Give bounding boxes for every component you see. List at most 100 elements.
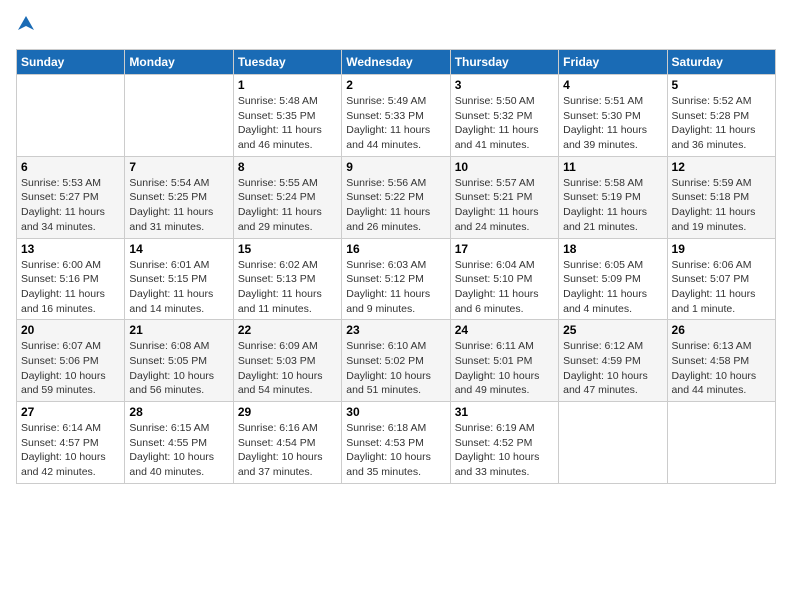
calendar-cell: 21Sunrise: 6:08 AMSunset: 5:05 PMDayligh… [125, 320, 233, 402]
day-number: 11 [563, 160, 662, 174]
day-info: Sunrise: 6:12 AMSunset: 4:59 PMDaylight:… [563, 339, 662, 398]
day-number: 3 [455, 78, 554, 92]
calendar-cell [667, 402, 775, 484]
calendar-cell: 1 Sunrise: 5:48 AMSunset: 5:35 PMDaylight… [233, 75, 341, 157]
calendar-cell: 5Sunrise: 5:52 AMSunset: 5:28 PMDaylight… [667, 75, 775, 157]
calendar-cell: 20Sunrise: 6:07 AMSunset: 5:06 PMDayligh… [17, 320, 125, 402]
day-info: Sunrise: 6:16 AMSunset: 4:54 PMDaylight:… [238, 421, 337, 480]
day-number: 30 [346, 405, 445, 419]
calendar-cell: 3 Sunrise: 5:50 AMSunset: 5:32 PMDaylight… [450, 75, 558, 157]
page-header [16, 16, 776, 37]
day-info: Sunrise: 5:51 AMSunset: 5:30 PMDaylight:… [563, 94, 662, 153]
day-info: Sunrise: 6:02 AMSunset: 5:13 PMDaylight:… [238, 258, 337, 317]
day-info: Sunrise: 5:54 AMSunset: 5:25 PMDaylight:… [129, 176, 228, 235]
calendar-cell: 9Sunrise: 5:56 AMSunset: 5:22 PMDaylight… [342, 156, 450, 238]
calendar-table: SundayMondayTuesdayWednesdayThursdayFrid… [16, 49, 776, 484]
day-info: Sunrise: 5:55 AMSunset: 5:24 PMDaylight:… [238, 176, 337, 235]
logo-icon [18, 16, 34, 32]
day-number: 7 [129, 160, 228, 174]
day-info: Sunrise: 5:49 AMSunset: 5:33 PMDaylight:… [346, 94, 445, 153]
day-number: 4 [563, 78, 662, 92]
day-info: Sunrise: 6:15 AMSunset: 4:55 PMDaylight:… [129, 421, 228, 480]
day-number: 29 [238, 405, 337, 419]
day-number: 28 [129, 405, 228, 419]
day-number: 16 [346, 242, 445, 256]
calendar-cell: 19 Sunrise: 6:06 AMSunset: 5:07 PMDayligh… [667, 238, 775, 320]
calendar-cell: 22 Sunrise: 6:09 AMSunset: 5:03 PMDayligh… [233, 320, 341, 402]
day-info: Sunrise: 6:01 AMSunset: 5:15 PMDaylight:… [129, 258, 228, 317]
calendar-cell: 18 Sunrise: 6:05 AMSunset: 5:09 PMDayligh… [559, 238, 667, 320]
calendar-cell: 31Sunrise: 6:19 AMSunset: 4:52 PMDayligh… [450, 402, 558, 484]
day-number: 1 [238, 78, 337, 92]
day-info: Sunrise: 6:06 AMSunset: 5:07 PMDaylight:… [672, 258, 771, 317]
calendar-cell: 25 Sunrise: 6:12 AMSunset: 4:59 PMDayligh… [559, 320, 667, 402]
calendar-week-row: 27 Sunrise: 6:14 AMSunset: 4:57 PMDayligh… [17, 402, 776, 484]
day-number: 27 [21, 405, 120, 419]
calendar-cell: 11 Sunrise: 5:58 AMSunset: 5:19 PMDayligh… [559, 156, 667, 238]
day-info: Sunrise: 6:00 AMSunset: 5:16 PMDaylight:… [21, 258, 120, 317]
day-info: Sunrise: 5:50 AMSunset: 5:32 PMDaylight:… [455, 94, 554, 153]
calendar-cell: 27 Sunrise: 6:14 AMSunset: 4:57 PMDayligh… [17, 402, 125, 484]
day-info: Sunrise: 6:14 AMSunset: 4:57 PMDaylight:… [21, 421, 120, 480]
weekday-header: Monday [125, 50, 233, 75]
calendar-cell [125, 75, 233, 157]
day-info: Sunrise: 6:11 AMSunset: 5:01 PMDaylight:… [455, 339, 554, 398]
calendar-cell: 15 Sunrise: 6:02 AMSunset: 5:13 PMDayligh… [233, 238, 341, 320]
day-info: Sunrise: 6:09 AMSunset: 5:03 PMDaylight:… [238, 339, 337, 398]
calendar-cell: 10 Sunrise: 5:57 AMSunset: 5:21 PMDayligh… [450, 156, 558, 238]
weekday-header: Friday [559, 50, 667, 75]
day-info: Sunrise: 5:57 AMSunset: 5:21 PMDaylight:… [455, 176, 554, 235]
calendar-cell: 23Sunrise: 6:10 AMSunset: 5:02 PMDayligh… [342, 320, 450, 402]
day-info: Sunrise: 6:10 AMSunset: 5:02 PMDaylight:… [346, 339, 445, 398]
calendar-cell: 2Sunrise: 5:49 AMSunset: 5:33 PMDaylight… [342, 75, 450, 157]
day-number: 26 [672, 323, 771, 337]
calendar-week-row: 6Sunrise: 5:53 AMSunset: 5:27 PMDaylight… [17, 156, 776, 238]
calendar-cell: 16Sunrise: 6:03 AMSunset: 5:12 PMDayligh… [342, 238, 450, 320]
calendar-week-row: 13 Sunrise: 6:00 AMSunset: 5:16 PMDayligh… [17, 238, 776, 320]
calendar-cell: 12 Sunrise: 5:59 AMSunset: 5:18 PMDayligh… [667, 156, 775, 238]
weekday-header: Sunday [17, 50, 125, 75]
day-number: 22 [238, 323, 337, 337]
calendar-cell: 26 Sunrise: 6:13 AMSunset: 4:58 PMDayligh… [667, 320, 775, 402]
calendar-cell [17, 75, 125, 157]
day-info: Sunrise: 5:59 AMSunset: 5:18 PMDaylight:… [672, 176, 771, 235]
day-number: 8 [238, 160, 337, 174]
calendar-cell: 29 Sunrise: 6:16 AMSunset: 4:54 PMDayligh… [233, 402, 341, 484]
day-number: 5 [672, 78, 771, 92]
calendar-cell: 4 Sunrise: 5:51 AMSunset: 5:30 PMDaylight… [559, 75, 667, 157]
calendar-week-row: 20Sunrise: 6:07 AMSunset: 5:06 PMDayligh… [17, 320, 776, 402]
calendar-cell: 8 Sunrise: 5:55 AMSunset: 5:24 PMDaylight… [233, 156, 341, 238]
day-number: 14 [129, 242, 228, 256]
calendar-cell: 17 Sunrise: 6:04 AMSunset: 5:10 PMDayligh… [450, 238, 558, 320]
calendar-cell: 7 Sunrise: 5:54 AMSunset: 5:25 PMDaylight… [125, 156, 233, 238]
day-number: 13 [21, 242, 120, 256]
day-number: 24 [455, 323, 554, 337]
calendar-cell: 24 Sunrise: 6:11 AMSunset: 5:01 PMDayligh… [450, 320, 558, 402]
calendar-week-row: 1 Sunrise: 5:48 AMSunset: 5:35 PMDaylight… [17, 75, 776, 157]
calendar-cell: 14 Sunrise: 6:01 AMSunset: 5:15 PMDayligh… [125, 238, 233, 320]
day-number: 18 [563, 242, 662, 256]
calendar-cell [559, 402, 667, 484]
weekday-header: Thursday [450, 50, 558, 75]
calendar-header-row: SundayMondayTuesdayWednesdayThursdayFrid… [17, 50, 776, 75]
day-info: Sunrise: 6:05 AMSunset: 5:09 PMDaylight:… [563, 258, 662, 317]
day-info: Sunrise: 6:07 AMSunset: 5:06 PMDaylight:… [21, 339, 120, 398]
day-number: 19 [672, 242, 771, 256]
day-number: 17 [455, 242, 554, 256]
day-number: 25 [563, 323, 662, 337]
calendar-cell: 30Sunrise: 6:18 AMSunset: 4:53 PMDayligh… [342, 402, 450, 484]
day-info: Sunrise: 5:48 AMSunset: 5:35 PMDaylight:… [238, 94, 337, 153]
calendar-cell: 13 Sunrise: 6:00 AMSunset: 5:16 PMDayligh… [17, 238, 125, 320]
weekday-header: Saturday [667, 50, 775, 75]
day-number: 12 [672, 160, 771, 174]
logo [16, 16, 34, 37]
day-info: Sunrise: 6:04 AMSunset: 5:10 PMDaylight:… [455, 258, 554, 317]
calendar-cell: 6Sunrise: 5:53 AMSunset: 5:27 PMDaylight… [17, 156, 125, 238]
day-number: 15 [238, 242, 337, 256]
day-info: Sunrise: 5:58 AMSunset: 5:19 PMDaylight:… [563, 176, 662, 235]
day-number: 10 [455, 160, 554, 174]
day-info: Sunrise: 6:13 AMSunset: 4:58 PMDaylight:… [672, 339, 771, 398]
weekday-header: Tuesday [233, 50, 341, 75]
day-info: Sunrise: 6:19 AMSunset: 4:52 PMDaylight:… [455, 421, 554, 480]
day-number: 9 [346, 160, 445, 174]
